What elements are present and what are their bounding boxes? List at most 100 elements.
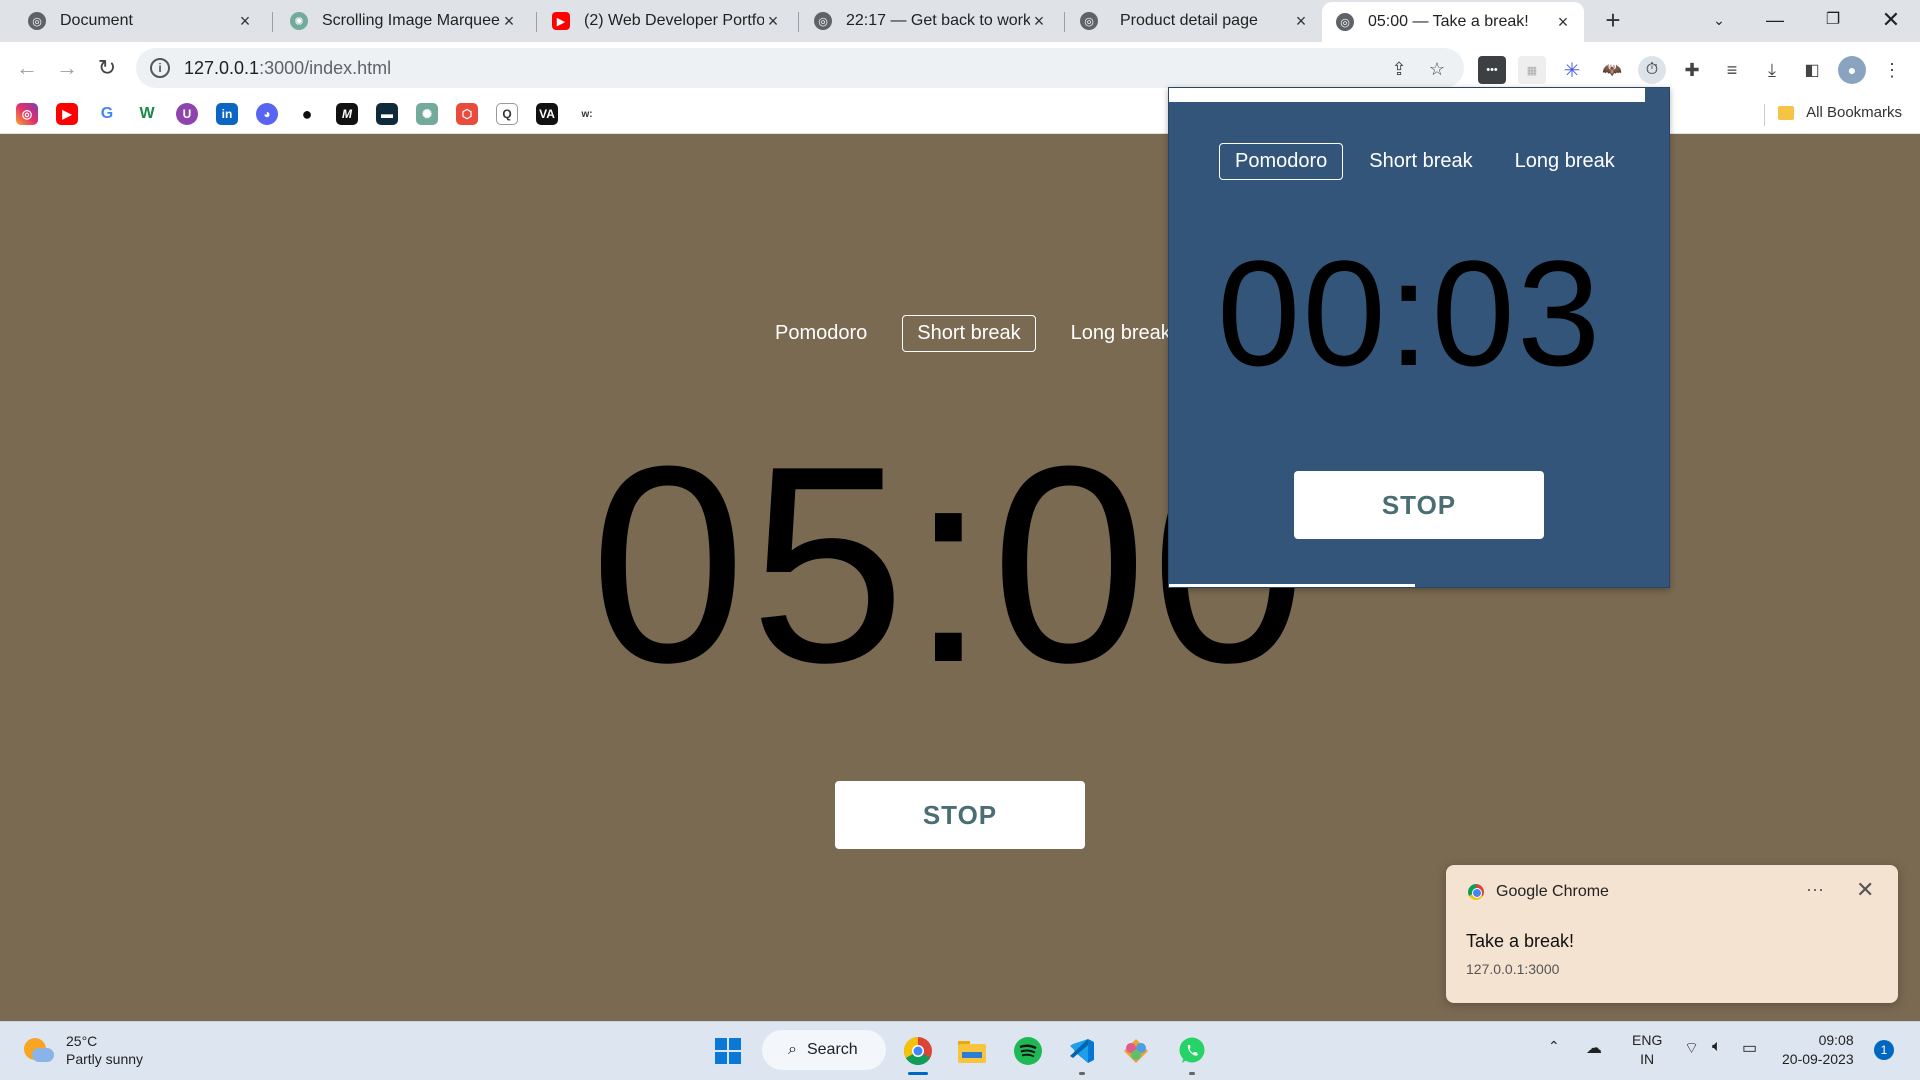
chrome-icon (1468, 884, 1484, 900)
close-icon[interactable]: × (500, 11, 518, 32)
new-tab-button[interactable]: + (1598, 6, 1628, 36)
close-icon[interactable]: × (764, 11, 782, 32)
taskbar-search[interactable]: ⌕ Search (762, 1030, 886, 1070)
notification-count-badge[interactable]: 1 (1874, 1040, 1894, 1060)
reload-icon[interactable]: ↻ (92, 54, 122, 84)
linkedin-icon[interactable]: in (216, 103, 238, 125)
w-colon-icon[interactable]: w: (576, 103, 598, 125)
clock-time: 09:08 (1818, 1032, 1854, 1048)
notification-toast[interactable]: Google Chrome ··· ✕ Take a break! 127.0.… (1446, 865, 1898, 1003)
language-code: ENG (1632, 1032, 1663, 1048)
globe-icon: ◎ (28, 12, 46, 30)
close-icon[interactable]: × (1292, 11, 1310, 32)
mode-short-break-button[interactable]: Short break (902, 315, 1036, 352)
extension-u-icon[interactable]: U (176, 103, 198, 125)
mode-pomodoro-button[interactable]: Pomodoro (760, 315, 882, 352)
close-icon[interactable]: × (1030, 11, 1048, 32)
globe-icon: ◎ (1080, 12, 1098, 30)
codepen-icon[interactable]: ▬ (376, 103, 398, 125)
notification-source-label: Google Chrome (1496, 883, 1609, 900)
popup-top-bar (1169, 88, 1645, 102)
system-clock[interactable]: 09:08 20-09-2023 (1782, 1031, 1854, 1069)
notification-source: Google Chrome (1468, 883, 1609, 901)
tab-title: Product detail page (1120, 12, 1258, 29)
minimize-button[interactable]: — (1752, 4, 1798, 36)
language-indicator[interactable]: ENG IN (1632, 1031, 1662, 1069)
url-text[interactable]: 127.0.0.1:3000/index.html (184, 58, 391, 79)
chrome-taskbar-icon[interactable] (898, 1031, 938, 1075)
address-bar[interactable]: i 127.0.0.1:3000/index.html ⇪ ☆ (136, 48, 1464, 88)
extensions-puzzle-icon[interactable]: ✚ (1678, 56, 1706, 84)
whatsapp-icon[interactable] (1172, 1031, 1212, 1075)
bookmark-star-icon[interactable]: ☆ (1426, 58, 1448, 80)
tab-take-a-break[interactable]: ◎ 05:00 — Take a break! × (1322, 2, 1584, 42)
extension-blank-icon[interactable]: ▦ (1518, 56, 1546, 84)
github-icon[interactable]: ● (296, 103, 318, 125)
chrome-menu-icon[interactable]: ⋮ (1878, 56, 1906, 84)
search-q-icon[interactable]: Q (496, 103, 518, 125)
download-icon[interactable]: ⤓ (1758, 56, 1786, 84)
forward-arrow-icon[interactable]: → (52, 54, 82, 84)
weather-widget[interactable]: 25°C Partly sunny (22, 1032, 143, 1068)
reading-list-icon[interactable]: ≡ (1718, 56, 1746, 84)
show-hidden-icons-chevron-icon[interactable]: ⌃ (1548, 1038, 1560, 1055)
popup-mode-short-break-button[interactable]: Short break (1353, 143, 1488, 180)
partly-sunny-icon (22, 1034, 54, 1066)
back-arrow-icon[interactable]: ← (12, 54, 42, 84)
notification-message: Take a break! (1466, 931, 1575, 951)
extension-batman-icon[interactable]: 🦇 (1598, 56, 1626, 84)
tab-search-chevron-icon[interactable]: ⌄ (1696, 4, 1742, 36)
extension-timer-icon[interactable]: ⏱ (1638, 56, 1666, 84)
youtube-icon[interactable]: ▶ (56, 103, 78, 125)
clock-date: 20-09-2023 (1782, 1051, 1854, 1067)
photos-app-icon[interactable] (1116, 1031, 1156, 1071)
close-icon[interactable]: × (1554, 12, 1572, 33)
close-icon[interactable]: × (236, 11, 254, 32)
discord-icon[interactable]: ◕ (256, 103, 278, 125)
file-explorer-icon[interactable] (952, 1031, 992, 1071)
site-info-icon[interactable]: i (150, 58, 170, 78)
all-bookmarks-button[interactable]: All Bookmarks (1778, 104, 1902, 121)
youtube-icon: ▶ (552, 12, 570, 30)
tab-title: (2) Web Developer Portfolio (584, 12, 764, 29)
side-panel-icon[interactable]: ◧ (1798, 56, 1826, 84)
va-icon[interactable]: VA (536, 103, 558, 125)
more-options-icon[interactable]: ··· (1806, 879, 1824, 900)
profile-avatar[interactable]: ● (1838, 56, 1866, 84)
tab-product-detail-page[interactable]: ◎ Product detail page × (1066, 4, 1322, 38)
instagram-icon[interactable]: ◎ (16, 103, 38, 125)
tab-scrolling-image-marquee[interactable]: ✺ Scrolling Image Marquee × (276, 4, 530, 38)
globe-icon: ◎ (814, 12, 832, 30)
share-icon[interactable]: ⇪ (1388, 58, 1410, 80)
google-icon[interactable]: G (96, 103, 118, 125)
onedrive-cloud-icon[interactable]: ☁ (1586, 1038, 1602, 1058)
popup-stop-button[interactable]: STOP (1294, 471, 1544, 539)
url-path: :3000/index.html (259, 57, 392, 78)
all-bookmarks-label: All Bookmarks (1806, 104, 1902, 121)
w3schools-icon[interactable]: W (136, 103, 158, 125)
battery-icon[interactable]: ▭ (1742, 1038, 1757, 1058)
medium-icon[interactable]: M (336, 103, 358, 125)
restore-button[interactable]: ❐ (1810, 4, 1856, 36)
hexagon-icon[interactable]: ⬡ (456, 103, 478, 125)
stop-button[interactable]: STOP (835, 781, 1085, 849)
extension-asterisk-icon[interactable]: ✳ (1558, 56, 1586, 84)
popup-mode-selector: Pomodoro Short break Long break (1219, 143, 1631, 180)
close-window-button[interactable]: ✕ (1868, 4, 1914, 36)
windows-start-icon[interactable] (708, 1031, 748, 1071)
chatgpt-icon[interactable]: ✺ (416, 103, 438, 125)
close-icon[interactable]: ✕ (1856, 877, 1874, 903)
popup-mode-pomodoro-button[interactable]: Pomodoro (1219, 143, 1344, 180)
tab-web-developer-portfolio[interactable]: ▶ (2) Web Developer Portfolio × (538, 4, 794, 38)
tab-title: 22:17 — Get back to work! (846, 12, 1030, 29)
notification-origin: 127.0.0.1:3000 (1466, 961, 1560, 977)
spotify-icon[interactable] (1008, 1031, 1048, 1071)
popup-mode-long-break-button[interactable]: Long break (1499, 143, 1631, 180)
volume-icon[interactable]: 🔈︎ (1712, 1038, 1722, 1056)
vscode-icon[interactable] (1062, 1031, 1102, 1075)
tab-document[interactable]: ◎ Document × (14, 4, 266, 38)
extension-dots-icon[interactable]: ••• (1478, 56, 1506, 84)
wifi-icon[interactable]: ⌔ (1684, 1038, 1699, 1058)
mode-long-break-button[interactable]: Long break (1056, 315, 1186, 352)
tab-get-back-to-work[interactable]: ◎ 22:17 — Get back to work! × (800, 4, 1060, 38)
